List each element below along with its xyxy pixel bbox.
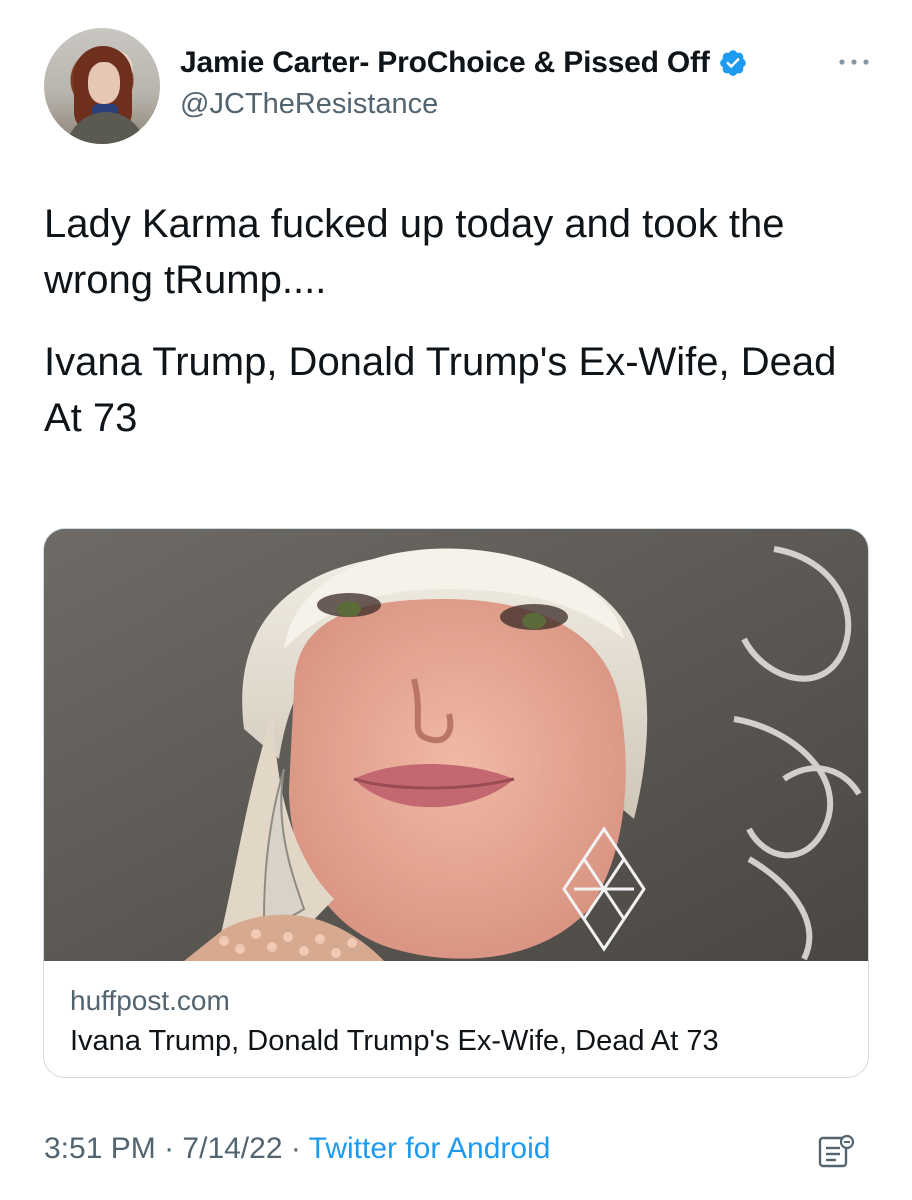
tweet-text-paragraph: Lady Karma fucked up today and took the … <box>44 202 785 302</box>
author-handle[interactable]: @JCTheResistance <box>180 88 438 121</box>
tweet-text-paragraph: Ivana Trump, Donald Trump's Ex-Wife, Dea… <box>44 340 837 440</box>
avatar[interactable] <box>44 28 160 144</box>
tweet-text: Lady Karma fucked up today and took the … <box>44 196 874 446</box>
tweet-analytics-icon[interactable] <box>816 1132 856 1172</box>
tweet-metadata: 3:51 PM · 7/14/22 · Twitter for Android <box>44 1132 550 1166</box>
meta-separator: · <box>290 1132 301 1165</box>
card-title: Ivana Trump, Donald Trump's Ex-Wife, Dea… <box>70 1025 719 1057</box>
meta-separator: · <box>164 1132 175 1165</box>
card-domain: huffpost.com <box>70 985 230 1016</box>
tweet-date[interactable]: 7/14/22 <box>182 1132 282 1165</box>
verified-badge-icon <box>719 50 746 76</box>
link-preview-card[interactable]: huffpost.com Ivana Trump, Donald Trump's… <box>43 528 869 1078</box>
avatar-face <box>88 62 120 104</box>
author-display-name[interactable]: Jamie Carter- ProChoice & Pissed Off <box>180 46 710 80</box>
more-options-icon[interactable] <box>834 52 874 72</box>
tweet-source-link[interactable]: Twitter for Android <box>309 1132 551 1165</box>
card-image[interactable] <box>44 529 868 961</box>
tweet-time[interactable]: 3:51 PM <box>44 1132 156 1165</box>
tweet-header: Jamie Carter- ProChoice & Pissed Off @JC… <box>44 28 874 144</box>
author-name-row[interactable]: Jamie Carter- ProChoice & Pissed Off <box>180 46 748 80</box>
